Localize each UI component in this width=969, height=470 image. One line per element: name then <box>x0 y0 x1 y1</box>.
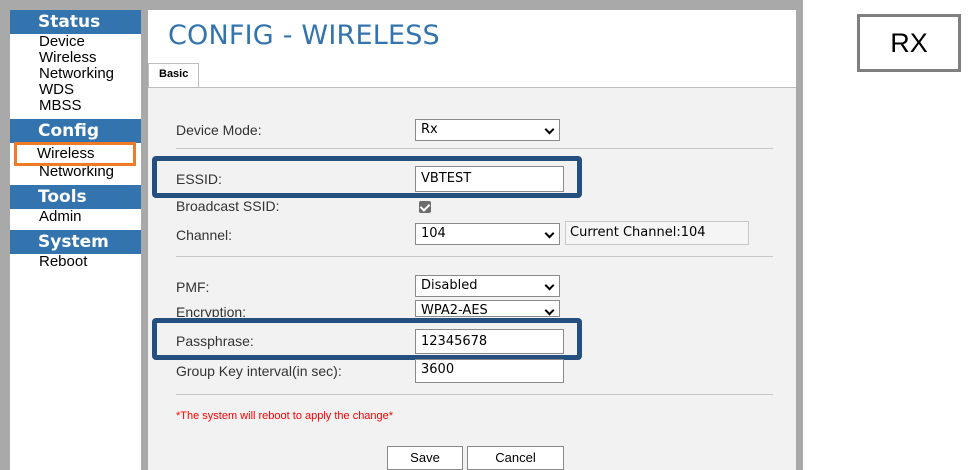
sidebar-heading-tools: Tools <box>10 185 141 209</box>
save-button[interactable]: Save <box>387 446 463 470</box>
sidebar-item-admin[interactable]: Admin <box>10 209 141 225</box>
encryption-value: WPA2-AES <box>421 303 488 317</box>
channel-label: Channel: <box>176 227 233 243</box>
sidebar-heading-status: Status <box>10 10 141 34</box>
essid-value: VBTEST <box>421 171 472 186</box>
sidebar-item-networking-config[interactable]: Networking <box>10 164 141 180</box>
encryption-label: Encryption: <box>176 304 247 317</box>
cancel-button[interactable]: Cancel <box>467 446 564 470</box>
sidebar: Status Device Wireless Networking WDS MB… <box>10 10 141 470</box>
separator <box>176 394 773 395</box>
settings-panel: Device Mode: Rx ESSID: VBTEST Broadcast … <box>148 88 796 470</box>
main-content: CONFIG - WIRELESS Basic Device Mode: Rx … <box>148 10 796 470</box>
passphrase-input[interactable]: 12345678 <box>415 329 564 354</box>
current-channel-display: Current Channel:104 <box>565 221 749 245</box>
essid-input[interactable]: VBTEST <box>415 166 564 192</box>
sidebar-item-wireless-config[interactable]: Wireless <box>14 142 136 166</box>
device-mode-select[interactable]: Rx <box>415 119 560 141</box>
group-key-interval-label: Group Key interval(in sec): <box>176 363 342 379</box>
rx-label-box: RX <box>857 14 961 72</box>
separator <box>176 148 773 149</box>
tab-basic[interactable]: Basic <box>148 63 199 87</box>
broadcast-ssid-checkbox[interactable] <box>419 201 431 213</box>
pmf-select[interactable]: Disabled <box>415 275 560 297</box>
sidebar-item-wireless-status[interactable]: Wireless <box>10 50 141 66</box>
page-title: CONFIG - WIRELESS <box>168 20 440 51</box>
device-mode-label: Device Mode: <box>176 122 262 138</box>
group-key-interval-input[interactable]: 3600 <box>415 359 564 383</box>
sidebar-item-reboot[interactable]: Reboot <box>10 254 141 270</box>
channel-value: 104 <box>421 226 446 241</box>
pmf-value: Disabled <box>421 278 478 293</box>
passphrase-value: 12345678 <box>421 334 488 349</box>
group-key-interval-value: 3600 <box>421 362 455 377</box>
sidebar-item-networking-status[interactable]: Networking <box>10 66 141 82</box>
sidebar-item-mbss[interactable]: MBSS <box>10 98 141 114</box>
separator <box>176 256 773 257</box>
encryption-select[interactable]: WPA2-AES <box>415 300 560 317</box>
tab-bar: Basic <box>148 63 796 88</box>
pmf-label: PMF: <box>176 279 210 295</box>
reboot-warning: *The system will reboot to apply the cha… <box>176 410 394 422</box>
sidebar-item-wds[interactable]: WDS <box>10 82 141 98</box>
sidebar-heading-system: System <box>10 230 141 254</box>
channel-select[interactable]: 104 <box>415 223 560 245</box>
essid-label: ESSID: <box>176 171 222 187</box>
sidebar-heading-config: Config <box>10 119 141 143</box>
sidebar-item-device[interactable]: Device <box>10 34 141 50</box>
device-mode-value: Rx <box>421 122 438 137</box>
broadcast-ssid-label: Broadcast SSID: <box>176 198 280 214</box>
passphrase-label: Passphrase: <box>176 333 254 349</box>
